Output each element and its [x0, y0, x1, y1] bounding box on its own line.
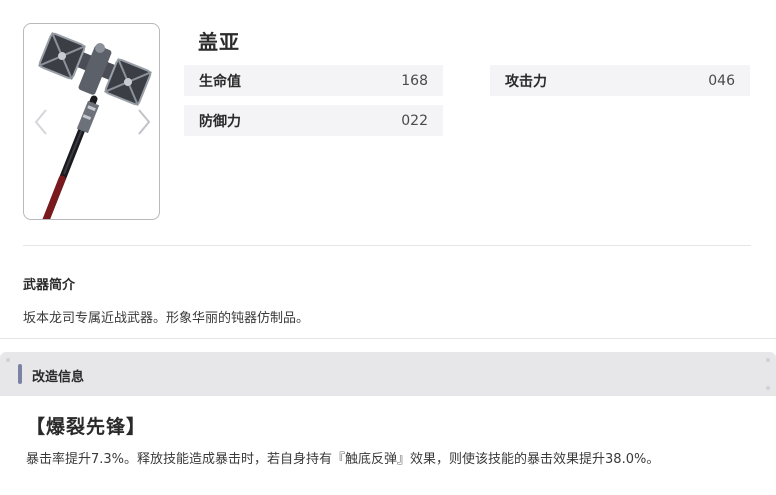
- intro-title: 武器简介: [23, 278, 76, 293]
- stat-hp-label: 生命值: [199, 73, 241, 90]
- weapon-name: 盖亚: [198, 30, 240, 54]
- corner-dot: [766, 358, 770, 362]
- divider: [23, 245, 751, 246]
- stat-hp-value: 168: [401, 72, 428, 89]
- skill-description: 暴击率提升7.3%。释放技能造成暴击时，若自身持有『触底反弹』效果，则使该技能的…: [26, 452, 660, 467]
- weapon-card: 盖亚 生命值 168 攻击力 046 防御力 022 武器简介 坂本龙司专属近战…: [0, 0, 776, 339]
- corner-dot: [766, 386, 770, 390]
- corner-dot: [6, 358, 10, 362]
- modification-header: 改造信息: [0, 352, 776, 396]
- stat-atk-label: 攻击力: [505, 73, 547, 90]
- stat-def-value: 022: [401, 112, 428, 129]
- stat-def: 防御力 022: [184, 105, 443, 136]
- stat-atk: 攻击力 046: [490, 65, 750, 96]
- weapon-image-frame: [23, 23, 160, 220]
- intro-text: 坂本龙司专属近战武器。形象华丽的钝器仿制品。: [23, 311, 310, 326]
- next-arrow-icon[interactable]: [136, 108, 152, 136]
- stat-def-label: 防御力: [199, 113, 241, 130]
- modification-title: 改造信息: [32, 370, 85, 385]
- stat-atk-value: 046: [708, 72, 735, 89]
- previous-arrow-icon[interactable]: [33, 108, 49, 136]
- skill-name: 【爆裂先锋】: [26, 416, 147, 438]
- stat-hp: 生命值 168: [184, 65, 443, 96]
- section-accent-bar: [18, 364, 22, 384]
